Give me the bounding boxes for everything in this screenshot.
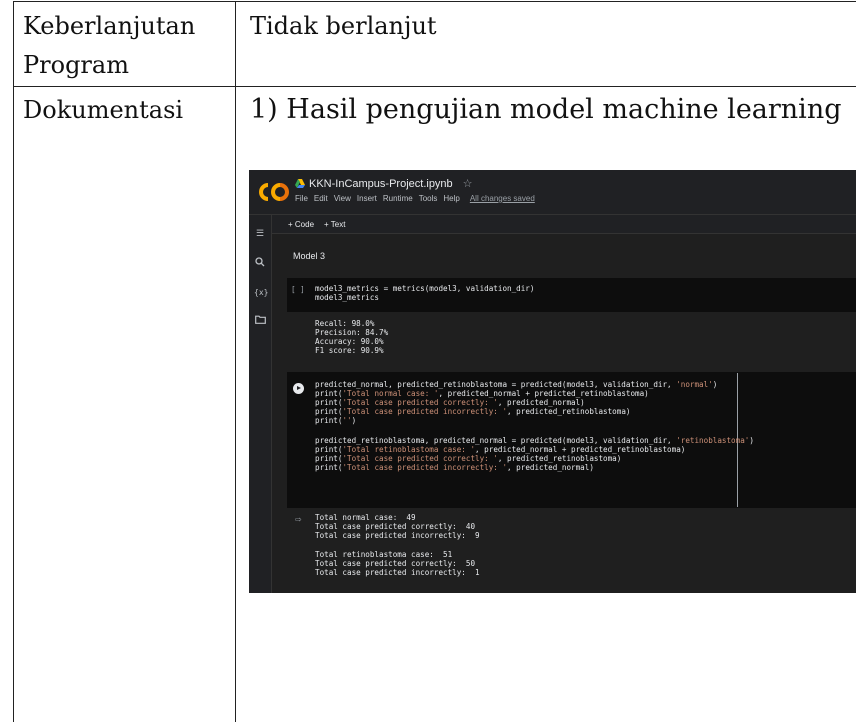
notebook-title-text: KKN-InCampus-Project.ipynb [309,177,453,190]
cell-2-line-5: print('') [315,416,357,425]
drive-icon [295,179,305,188]
row1-label-line1: Keberlanjutan [23,12,196,40]
colab-logo-icon [259,183,289,201]
output-icon[interactable]: ⇨ [295,515,302,524]
menu-view[interactable]: View [334,194,351,203]
notebook-title[interactable]: KKN-InCampus-Project.ipynb ☆ [295,177,473,190]
document-table: Keberlanjutan Program Tidak berlanjut Do… [0,0,856,722]
menu-runtime[interactable]: Runtime [383,194,413,203]
colab-screenshot: KKN-InCampus-Project.ipynb ☆ File Edit V… [249,170,856,593]
section-heading: Model 3 [293,251,326,261]
add-code-button[interactable]: + Code [288,220,314,229]
side-rail: ☰ {x} [249,215,272,593]
menu-icon[interactable]: ☰ [254,227,266,239]
menu-tools[interactable]: Tools [419,194,438,203]
run-cell-icon[interactable] [293,383,304,394]
cell-1-bracket: [ ] [291,285,305,294]
row2-label: Dokumentasi [23,96,184,124]
cell-1-output-4: F1 score: 90.9% [315,346,384,355]
add-text-button[interactable]: + Text [324,220,345,229]
row1-value: Tidak berlanjut [250,12,437,40]
table-column-divider [235,1,236,722]
cell-2-line-4: print('Total case predicted incorrectly:… [315,407,631,416]
save-status-link[interactable]: All changes saved [470,194,535,203]
table-row-divider [13,86,856,87]
variables-icon[interactable]: {x} [254,287,268,299]
menu-insert[interactable]: Insert [357,194,377,203]
star-icon[interactable]: ☆ [463,177,473,190]
cell-1-line-2: model3_metrics [315,293,380,302]
row1-label-line2: Program [23,51,129,79]
table-border-top [13,1,856,2]
colab-header: KKN-InCampus-Project.ipynb ☆ File Edit V… [249,170,856,215]
menu-edit[interactable]: Edit [314,194,328,203]
menu-bar: File Edit View Insert Runtime Tools Help… [295,194,535,203]
folder-icon[interactable] [254,315,266,327]
cell-toolbar: + Code + Text [272,215,856,234]
cell-2-line-9: print('Total case predicted incorrectly:… [315,463,594,472]
menu-help[interactable]: Help [443,194,459,203]
cell-2-output-3: Total case predicted incorrectly: 9 [315,531,480,540]
cell-2-output-6: Total case predicted incorrectly: 1 [315,568,480,577]
menu-file[interactable]: File [295,194,308,203]
table-border-left [13,1,14,722]
row2-value: 1) Hasil pengujian model machine learnin… [250,94,842,125]
search-icon[interactable] [254,257,266,269]
